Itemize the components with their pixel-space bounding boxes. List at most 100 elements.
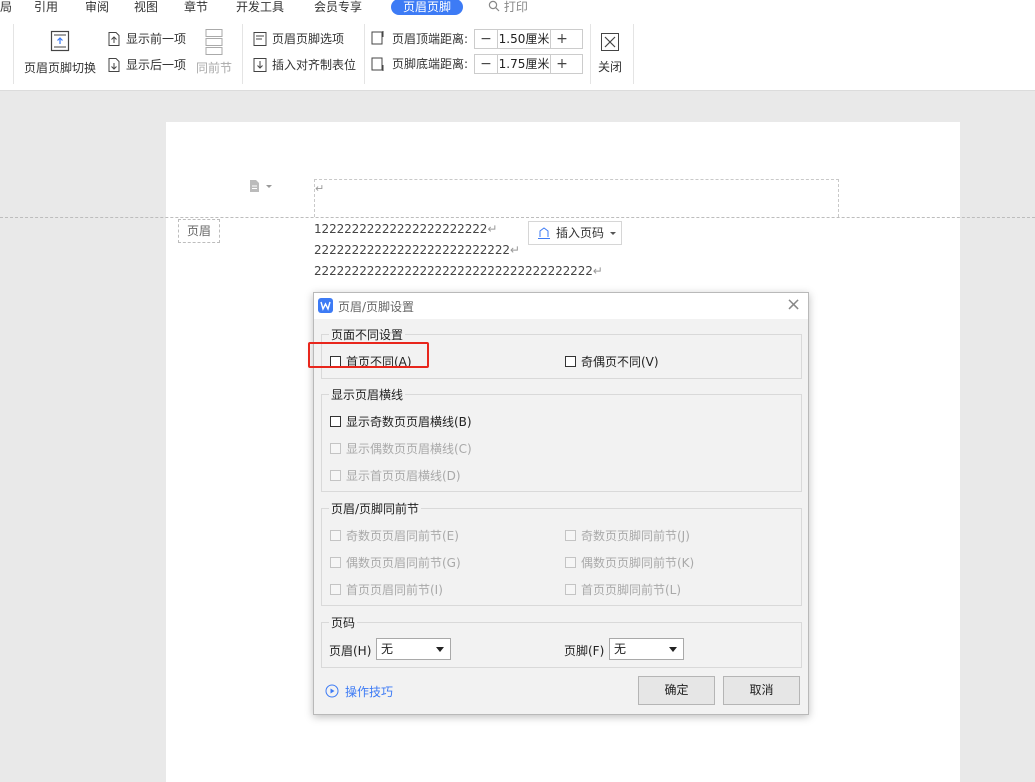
- insert-tab-stop-button[interactable]: 插入对齐制表位: [252, 56, 362, 74]
- ok-button[interactable]: 确定: [638, 676, 715, 705]
- select-value: 无: [614, 642, 627, 656]
- first-footer-same-checkbox[interactable]: 首页页脚同前节(L): [565, 581, 681, 598]
- search-command[interactable]: 打印: [488, 0, 528, 14]
- text-content: 2222222222222222222222222222222222222: [314, 264, 593, 278]
- paragraph-mark: ↵: [592, 264, 603, 278]
- checkbox-box[interactable]: [330, 530, 341, 541]
- same-as-previous-icon: [205, 29, 223, 55]
- checkbox-box[interactable]: [565, 530, 576, 541]
- insert-tab-stop-label: 插入对齐制表位: [272, 58, 357, 72]
- checkbox-label: 偶数页页脚同前节(K): [581, 556, 695, 570]
- checkbox-box[interactable]: [330, 470, 341, 481]
- odd-footer-same-checkbox[interactable]: 奇数页页脚同前节(J): [565, 527, 690, 544]
- odd-even-different-checkbox[interactable]: 奇偶页不同(V): [565, 353, 659, 370]
- even-header-same-checkbox[interactable]: 偶数页页眉同前节(G): [330, 554, 461, 571]
- show-previous-button[interactable]: 显示前一项: [106, 30, 192, 48]
- tab-stop-icon: [253, 58, 267, 72]
- paragraph-mark: ↵: [487, 222, 498, 236]
- checkbox-box[interactable]: [330, 557, 341, 568]
- checkbox-label: 首页页脚同前节(L): [581, 583, 682, 597]
- checkbox-label: 首页页眉同前节(I): [346, 583, 443, 597]
- even-footer-same-checkbox[interactable]: 偶数页页脚同前节(K): [565, 554, 694, 571]
- tab-layout[interactable]: 局: [0, 0, 12, 14]
- header-footer-switch-button[interactable]: 页眉页脚切换: [20, 26, 100, 82]
- chevron-down-icon: [266, 185, 272, 188]
- ribbon-separator: [633, 24, 634, 84]
- increase-bottom-distance-button[interactable]: +: [551, 55, 573, 73]
- checkbox-box[interactable]: [330, 416, 341, 427]
- checkbox-label: 显示奇数页页眉横线(B): [346, 415, 472, 429]
- header-footer-switch-label: 页眉页脚切换: [24, 61, 97, 75]
- increase-top-distance-button[interactable]: +: [551, 30, 573, 48]
- header-edit-area[interactable]: ↵: [314, 179, 839, 217]
- close-header-footer-button[interactable]: 关闭: [596, 28, 628, 78]
- play-circle-icon: [325, 684, 339, 698]
- dialog-close-button[interactable]: ×: [786, 294, 801, 315]
- tab-references[interactable]: 引用: [34, 0, 58, 14]
- checkbox-label: 偶数页页眉同前节(G): [346, 556, 461, 570]
- header-label-tag: 页眉: [178, 219, 220, 243]
- previous-item-icon: [108, 32, 120, 46]
- decrease-top-distance-button[interactable]: −: [475, 30, 497, 48]
- header-page-number-select[interactable]: 无: [376, 638, 451, 660]
- tab-view[interactable]: 视图: [134, 0, 158, 14]
- header-top-distance-stepper[interactable]: − 1.50厘米 +: [474, 29, 583, 49]
- tips-label: 操作技巧: [345, 685, 394, 699]
- ribbon-separator: [242, 24, 243, 84]
- text-content: 22222222222222222222222222: [314, 243, 510, 257]
- checkbox-box[interactable]: [330, 584, 341, 595]
- show-odd-header-line-checkbox[interactable]: 显示奇数页页眉横线(B): [330, 413, 472, 430]
- first-header-same-checkbox[interactable]: 首页页眉同前节(I): [330, 581, 443, 598]
- checkbox-label: 奇数页页脚同前节(J): [581, 529, 690, 543]
- highlight-annotation: [308, 342, 429, 368]
- page-differences-group-label: 页面不同设置: [329, 326, 406, 343]
- footer-bottom-distance-stepper[interactable]: − 1.75厘米 +: [474, 54, 583, 74]
- show-next-button[interactable]: 显示后一项: [106, 56, 192, 74]
- header-line-group-label: 显示页眉横线: [329, 386, 406, 403]
- select-value: 无: [381, 642, 394, 656]
- close-icon: [601, 33, 619, 51]
- close-label: 关闭: [598, 60, 623, 74]
- tab-header-footer[interactable]: 页眉页脚: [391, 0, 464, 15]
- same-as-previous-label: 同前节: [196, 61, 233, 75]
- next-item-icon: [108, 58, 120, 72]
- search-icon: [488, 0, 500, 12]
- checkbox-box[interactable]: [565, 584, 576, 595]
- checkbox-box[interactable]: [565, 557, 576, 568]
- wps-logo-icon: [318, 298, 333, 313]
- tab-member[interactable]: 会员专享: [314, 0, 362, 14]
- header-top-distance-value[interactable]: 1.50厘米: [497, 30, 551, 48]
- tab-section[interactable]: 章节: [184, 0, 208, 14]
- show-next-label: 显示后一项: [126, 58, 187, 72]
- footer-bottom-distance-value[interactable]: 1.75厘米: [497, 55, 551, 73]
- odd-header-same-checkbox[interactable]: 奇数页页眉同前节(E): [330, 527, 459, 544]
- tab-developer[interactable]: 开发工具: [236, 0, 284, 14]
- header-options-menu[interactable]: [246, 178, 276, 194]
- header-footer-options-button[interactable]: 页眉页脚选项: [252, 30, 352, 48]
- ribbon-separator: [364, 24, 365, 84]
- options-icon: [253, 32, 267, 46]
- tips-link[interactable]: 操作技巧: [325, 683, 405, 699]
- decrease-bottom-distance-button[interactable]: −: [475, 55, 497, 73]
- show-previous-label: 显示前一项: [126, 32, 187, 46]
- footer-page-number-select[interactable]: 无: [609, 638, 684, 660]
- show-first-header-line-checkbox[interactable]: 显示首页页眉横线(D): [330, 467, 461, 484]
- show-even-header-line-checkbox[interactable]: 显示偶数页页眉横线(C): [330, 440, 472, 457]
- header-footer-switch-icon: [50, 30, 70, 52]
- checkbox-box[interactable]: [330, 443, 341, 454]
- cancel-button[interactable]: 取消: [723, 676, 800, 705]
- page-number-icon: [538, 227, 550, 239]
- document-text-line: 22222222222222222222222222↵: [314, 243, 520, 257]
- dialog-title: 页眉/页脚设置: [338, 300, 415, 314]
- checkbox-box[interactable]: [565, 356, 576, 367]
- header-page-number-label: 页眉(H): [329, 644, 372, 658]
- dropdown-arrow-icon: [669, 647, 677, 652]
- footer-bottom-distance-icon: [371, 57, 384, 71]
- tab-review[interactable]: 审阅: [85, 0, 109, 14]
- page-number-group-label: 页码: [329, 614, 358, 631]
- same-as-previous-button[interactable]: 同前节: [194, 26, 236, 82]
- insert-page-number-button[interactable]: 插入页码: [528, 221, 622, 245]
- chevron-down-icon: [610, 232, 616, 235]
- dialog-title-bar[interactable]: 页眉/页脚设置 ×: [314, 293, 808, 319]
- paragraph-mark: ↵: [315, 182, 325, 195]
